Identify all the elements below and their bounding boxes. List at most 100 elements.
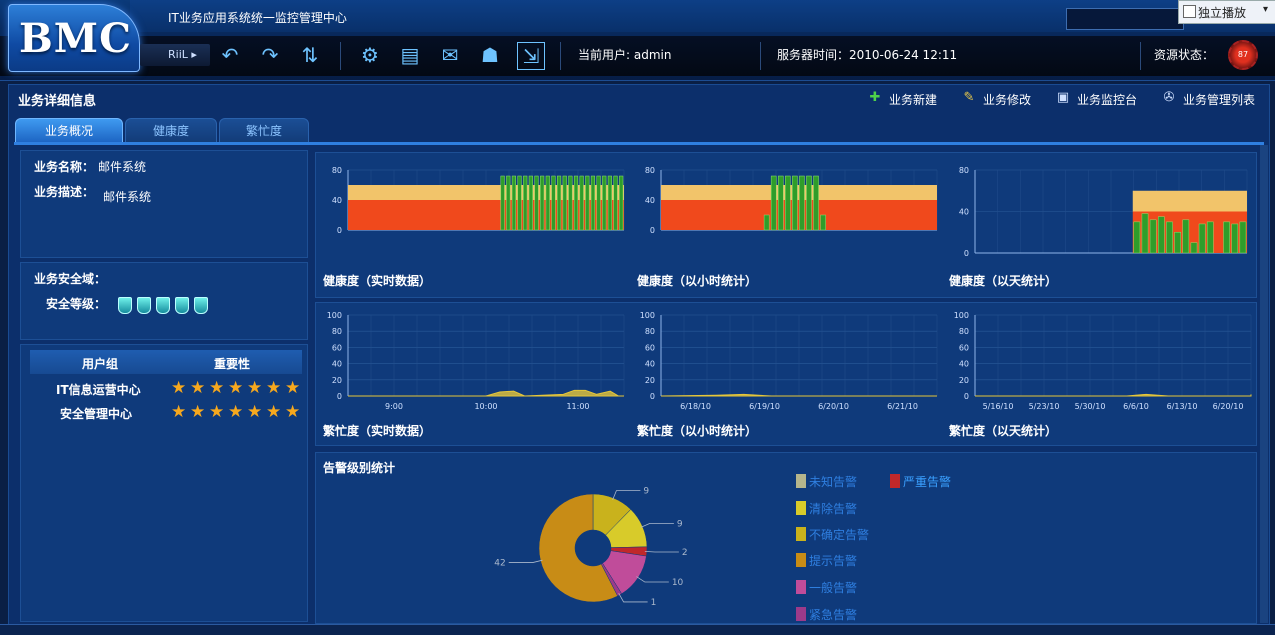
y-tick-label: 20 [332, 376, 342, 385]
health-bar [799, 175, 805, 231]
health-bar [1198, 223, 1206, 254]
y-tick-label: 40 [332, 196, 342, 205]
x-tick-label: 6/13/10 [1167, 402, 1198, 411]
y-tick-label: 20 [645, 376, 655, 385]
pie-leader-line [612, 490, 641, 501]
y-tick-label: 100 [954, 311, 969, 320]
x-tick-label: 9:00 [385, 402, 403, 411]
y-tick-label: 80 [645, 327, 655, 336]
health-bar [770, 175, 777, 231]
health-bar [590, 175, 596, 231]
vertical-scrollbar[interactable] [1260, 145, 1268, 623]
charts-svg: 040800408004080 0204060801009:00 10:00 11:… [327, 166, 1252, 608]
x-tick-label: 6/18/10 [680, 402, 711, 411]
health-band-warning [661, 185, 937, 200]
y-tick-label: 100 [640, 311, 655, 320]
y-tick-label: 0 [650, 226, 655, 235]
health-bar [1231, 223, 1239, 254]
pie-data-label: 9 [677, 519, 683, 529]
health-band-warning [1132, 190, 1247, 212]
legend-label: 未知告警 [809, 475, 858, 489]
health-bar [777, 175, 784, 231]
health-bar [585, 175, 590, 231]
health-bar [557, 175, 562, 231]
y-tick-label: 0 [964, 392, 969, 401]
x-tick-label: 6/6/10 [1123, 402, 1149, 411]
y-tick-label: 40 [959, 208, 969, 217]
health-charts: 0 40 80 0 40 80 0 40 80 [332, 166, 1248, 258]
x-tick-label: 6/20/10 [818, 402, 849, 411]
legend-swatch [796, 580, 806, 594]
pie-leader-line [508, 559, 543, 563]
health-bar [1190, 242, 1198, 254]
health-bar [763, 214, 770, 231]
y-tick-label: 40 [645, 196, 655, 205]
pie-data-label: 42 [494, 559, 505, 569]
legend-label: 清除告警 [809, 502, 858, 516]
y-tick-label: 80 [332, 166, 342, 175]
health-bar [579, 175, 584, 231]
health-bar [820, 214, 826, 231]
health-bar [602, 175, 607, 231]
health-bar [1174, 232, 1181, 254]
y-tick-label: 60 [645, 343, 655, 352]
health-bar [534, 175, 539, 231]
x-tick-label: 10:00 [474, 402, 497, 411]
health-bar [540, 175, 545, 231]
health-bar [528, 175, 533, 231]
legend-swatch [796, 501, 806, 515]
chart-title-alarm-stats: 告警级别统计 [323, 461, 396, 475]
x-tick-label: 5/23/10 [1029, 402, 1060, 411]
y-tick-label: 80 [332, 327, 342, 336]
y-tick-label: 40 [959, 360, 969, 369]
pie-leader-line [644, 550, 679, 553]
chart-title-busy-hourly: 繁忙度（以小时统计） [637, 424, 758, 438]
horizontal-scrollbar[interactable] [0, 624, 1275, 635]
x-tick-label: 6/21/10 [887, 402, 918, 411]
y-tick-label: 80 [959, 327, 969, 336]
y-tick-label: 0 [650, 392, 655, 401]
pie-leader-line [636, 576, 669, 583]
pie-data-label: 9 [643, 487, 649, 497]
health-bar [1182, 219, 1190, 254]
health-bar [619, 175, 624, 231]
health-bar [573, 175, 579, 231]
pie-data-label: 2 [682, 548, 688, 558]
health-bar [1157, 216, 1165, 254]
alarm-pie-chart: 9 9 2 10 1 42 [494, 487, 687, 608]
y-tick-label: 0 [964, 249, 969, 258]
health-bar [813, 175, 819, 231]
legend-label: 提示告警 [809, 554, 858, 568]
y-tick-label: 60 [959, 343, 969, 352]
legend-swatch [796, 553, 806, 567]
health-bar [523, 175, 528, 231]
pie-data-label: 1 [651, 598, 657, 608]
x-tick-label: 5/30/10 [1075, 402, 1106, 411]
legend-label: 紧急告警 [809, 608, 858, 622]
y-tick-label: 60 [332, 343, 342, 352]
y-tick-label: 0 [337, 226, 342, 235]
y-tick-label: 0 [337, 392, 342, 401]
busy-charts: 0 20 40 60 80 100 9:00 10:00 11:00 0 20 40 60 80 100 6/… [327, 311, 1252, 411]
y-tick-label: 80 [645, 166, 655, 175]
health-bar [607, 175, 612, 231]
health-bar [1223, 221, 1230, 254]
health-bar [1149, 219, 1157, 254]
health-bar [500, 175, 505, 231]
health-bar [1206, 221, 1214, 254]
y-tick-label: 100 [327, 311, 342, 320]
health-bar [517, 175, 522, 231]
health-bar [596, 175, 601, 231]
chart-title-health-hourly: 健康度（以小时统计） [637, 274, 758, 288]
x-tick-label: 5/16/10 [983, 402, 1014, 411]
legend-label: 不确定告警 [809, 528, 870, 542]
pie-leader-line [640, 522, 674, 528]
y-tick-label: 40 [332, 360, 342, 369]
x-tick-label: 11:00 [566, 402, 589, 411]
health-bar [506, 175, 511, 231]
legend-swatch [796, 607, 806, 621]
legend-swatch [890, 474, 900, 488]
health-bar [1141, 213, 1149, 254]
x-tick-label: 6/19/10 [749, 402, 780, 411]
legend-swatch [796, 527, 806, 541]
